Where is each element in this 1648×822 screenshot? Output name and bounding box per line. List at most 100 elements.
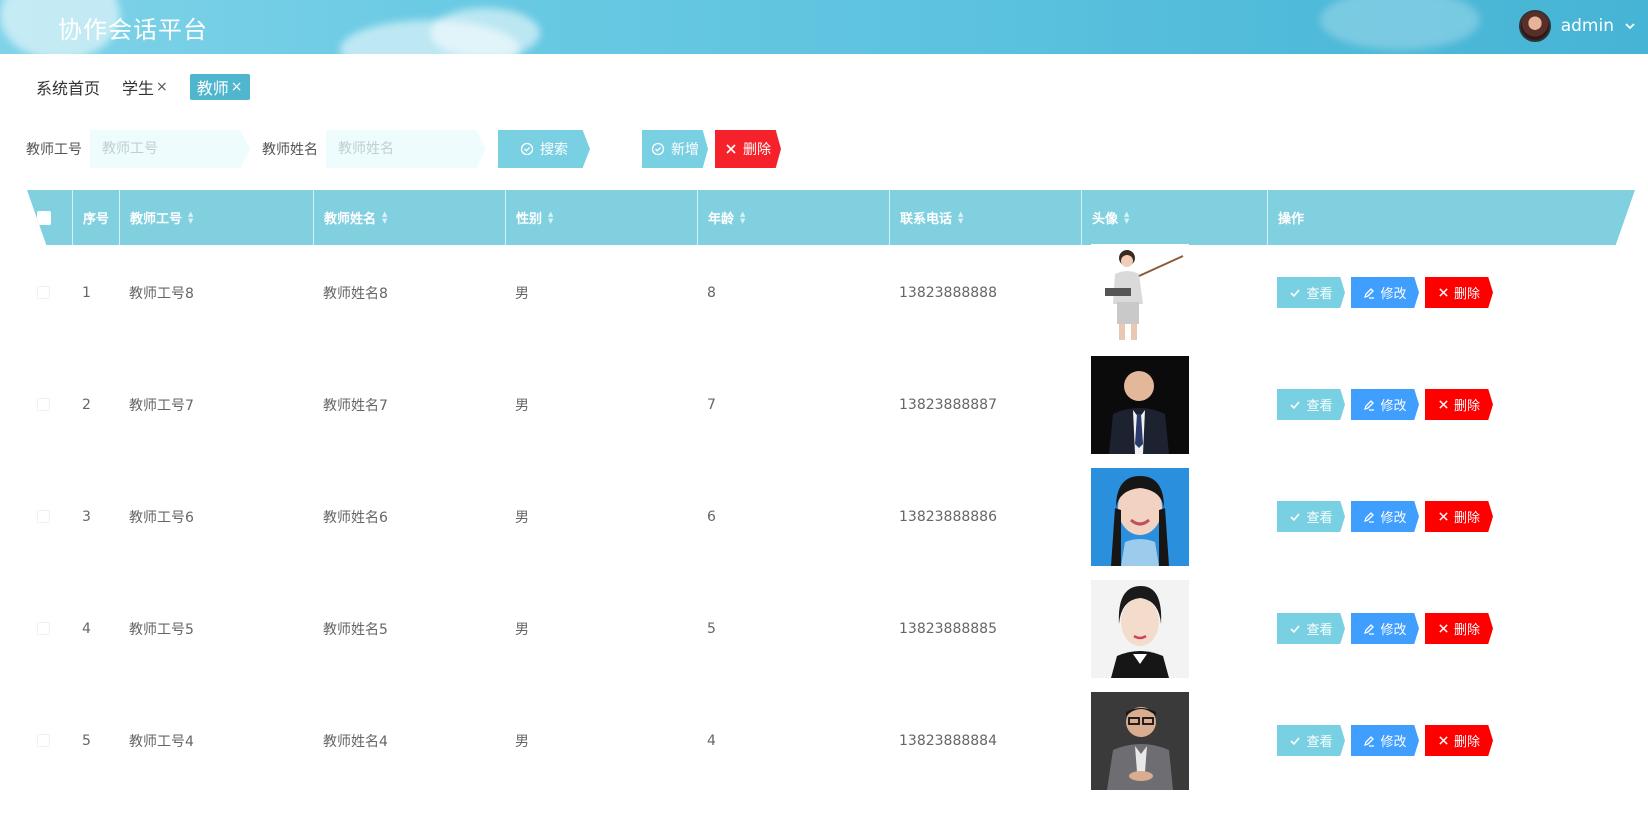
view-button[interactable]: 查看 — [1277, 501, 1345, 532]
tab-home[interactable]: 系统首页 — [36, 75, 100, 99]
edit-button-label: 修改 — [1380, 623, 1407, 638]
cell-age: 6 — [707, 508, 716, 525]
edit-icon — [1364, 399, 1375, 411]
row-checkbox[interactable] — [37, 510, 50, 523]
delete-button[interactable]: 删除 — [1425, 725, 1493, 756]
cell-actions: 查看 修改 删除 — [1267, 570, 1493, 687]
edit-button[interactable]: 修改 — [1351, 277, 1419, 308]
teacher-name-input[interactable] — [326, 130, 486, 168]
header-cloud-decoration — [1320, 0, 1480, 50]
teacher-id-label: 教师工号 — [26, 142, 82, 158]
delete-button[interactable]: 删除 — [1425, 501, 1493, 532]
bulk-delete-button-label: 删除 — [743, 142, 771, 158]
sort-icon[interactable]: ▲ ▼ — [548, 210, 553, 225]
tab-student[interactable]: 学生 × — [122, 75, 168, 99]
select-all-checkbox[interactable] — [37, 211, 51, 225]
view-button-label: 查看 — [1306, 511, 1333, 526]
close-icon — [1439, 400, 1448, 409]
search-button-label: 搜索 — [540, 142, 568, 158]
view-button[interactable]: 查看 — [1277, 613, 1345, 644]
close-icon[interactable]: × — [156, 79, 168, 95]
cell-index: 3 — [82, 508, 91, 525]
bulk-delete-button[interactable]: 删除 — [715, 130, 781, 168]
edit-button-label: 修改 — [1380, 735, 1407, 750]
row-checkbox[interactable] — [37, 622, 50, 635]
edit-button[interactable]: 修改 — [1351, 389, 1419, 420]
check-icon — [1290, 736, 1301, 745]
edit-button-label: 修改 — [1380, 287, 1407, 302]
delete-button-label: 删除 — [1453, 735, 1480, 750]
edit-button[interactable]: 修改 — [1351, 501, 1419, 532]
check-icon — [1290, 400, 1301, 409]
cell-age: 8 — [707, 284, 716, 301]
delete-button[interactable]: 删除 — [1425, 389, 1493, 420]
cell-teacher-id: 教师工号7 — [129, 397, 194, 414]
cell-age: 7 — [707, 396, 716, 413]
table-row: 1 教师工号8 教师姓名8 男 8 13823888888 查看 修改 删除 — [27, 234, 1635, 351]
cell-phone: 13823888887 — [899, 396, 997, 413]
cell-phone: 13823888886 — [899, 508, 997, 525]
delete-button[interactable]: 删除 — [1425, 277, 1493, 308]
edit-button[interactable]: 修改 — [1351, 725, 1419, 756]
teacher-avatar-image[interactable] — [1091, 467, 1189, 566]
teacher-avatar-image[interactable] — [1091, 355, 1189, 454]
tab-home-label: 系统首页 — [36, 79, 101, 98]
close-icon[interactable]: × — [231, 79, 243, 95]
sort-icon[interactable]: ▲ ▼ — [188, 210, 193, 225]
teacher-id-input[interactable] — [90, 130, 250, 168]
row-checkbox[interactable] — [37, 398, 50, 411]
cell-actions: 查看 修改 删除 — [1267, 682, 1493, 799]
view-button-label: 查看 — [1306, 735, 1333, 750]
close-icon — [1439, 512, 1448, 521]
header-cloud-decoration — [430, 8, 540, 54]
delete-button[interactable]: 删除 — [1425, 613, 1493, 644]
cell-teacher-name: 教师姓名5 — [323, 621, 388, 638]
view-button-label: 查看 — [1306, 287, 1333, 302]
edit-icon — [1364, 623, 1375, 635]
check-icon — [1290, 512, 1301, 521]
cell-index: 5 — [82, 732, 91, 749]
check-circle-icon — [651, 142, 665, 156]
check-circle-icon — [520, 142, 534, 156]
column-header-label: 教师姓名 — [324, 212, 377, 227]
cell-teacher-name: 教师姓名6 — [323, 509, 388, 526]
cell-gender: 男 — [515, 397, 529, 414]
sort-icon[interactable]: ▲ ▼ — [740, 210, 745, 225]
view-button[interactable]: 查看 — [1277, 725, 1345, 756]
tab-student-label: 学生 — [122, 79, 155, 98]
row-checkbox[interactable] — [37, 286, 50, 299]
user-avatar[interactable] — [1518, 10, 1551, 42]
teacher-avatar-image[interactable] — [1091, 691, 1189, 790]
view-button-label: 查看 — [1306, 399, 1333, 414]
cell-gender: 男 — [515, 733, 529, 750]
cell-avatar — [1081, 234, 1189, 351]
column-header-label: 教师工号 — [130, 212, 183, 227]
cell-index: 4 — [82, 620, 91, 637]
edit-button[interactable]: 修改 — [1351, 613, 1419, 644]
user-name[interactable]: admin — [1561, 16, 1614, 36]
table-row: 3 教师工号6 教师姓名6 男 6 13823888886 查看 修改 删除 — [27, 458, 1635, 575]
teacher-avatar-image[interactable] — [1091, 243, 1189, 342]
cell-phone: 13823888884 — [899, 732, 997, 749]
user-menu[interactable]: admin — [1518, 10, 1636, 42]
search-button[interactable]: 搜索 — [498, 130, 590, 168]
sort-icon[interactable]: ▲ ▼ — [958, 210, 963, 225]
teacher-avatar-image[interactable] — [1091, 579, 1189, 678]
sort-icon[interactable]: ▲ ▼ — [382, 210, 387, 225]
view-button[interactable]: 查看 — [1277, 277, 1345, 308]
cell-actions: 查看 修改 删除 — [1267, 346, 1493, 463]
cell-teacher-name: 教师姓名4 — [323, 733, 388, 750]
view-button[interactable]: 查看 — [1277, 389, 1345, 420]
row-checkbox[interactable] — [37, 734, 50, 747]
sort-icon[interactable]: ▲ ▼ — [1124, 210, 1129, 225]
add-button[interactable]: 新增 — [642, 130, 708, 168]
edit-button-label: 修改 — [1380, 511, 1407, 526]
column-header-label: 联系电话 — [900, 212, 953, 227]
column-header-label: 头像 — [1092, 212, 1119, 227]
edit-icon — [1364, 287, 1375, 299]
chevron-down-icon[interactable] — [1624, 20, 1636, 32]
tab-teacher[interactable]: 教师 × — [189, 74, 250, 100]
cell-teacher-id: 教师工号6 — [129, 509, 194, 526]
delete-button-label: 删除 — [1453, 511, 1480, 526]
app-title: 协作会话平台 — [58, 16, 208, 44]
